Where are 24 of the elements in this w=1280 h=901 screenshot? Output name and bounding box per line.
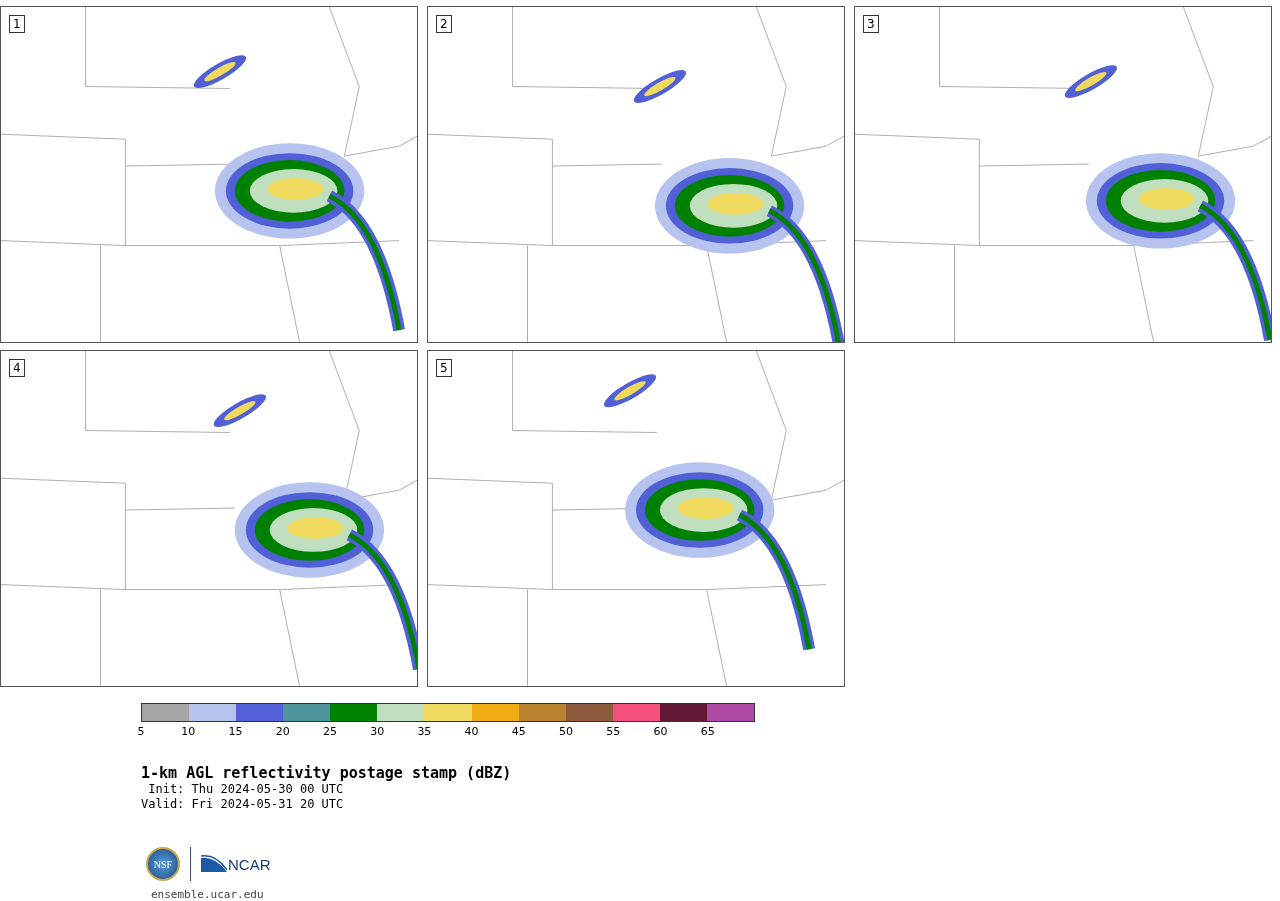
- valid-time: Valid: Fri 2024-05-31 20 UTC: [141, 797, 345, 812]
- plot-title: 1-km AGL reflectivity postage stamp (dBZ): [141, 764, 513, 782]
- panel-number: 5: [436, 359, 452, 377]
- init-time: Init: Thu 2024-05-30 00 UTC: [147, 782, 345, 797]
- tick-label: 60: [653, 726, 668, 738]
- tick-label: 65: [700, 726, 715, 738]
- nsf-logo: NSF: [146, 847, 180, 881]
- tick-label: 10: [181, 726, 196, 738]
- tick-label: 35: [417, 726, 432, 738]
- panel-number: 1: [9, 15, 25, 33]
- panel-number: 3: [863, 15, 879, 33]
- panel-number: 4: [9, 359, 25, 377]
- tick-label: 15: [228, 726, 243, 738]
- website-link[interactable]: ensemble.ucar.edu: [151, 888, 264, 901]
- tick-label: 45: [511, 726, 526, 738]
- tick-label: 40: [464, 726, 479, 738]
- tick-label: 30: [370, 726, 385, 738]
- tick-label: 20: [275, 726, 290, 738]
- tick-label: 55: [606, 726, 621, 738]
- tick-label: 5: [137, 726, 145, 738]
- tick-label: 50: [559, 726, 574, 738]
- tick-label: 25: [322, 726, 337, 738]
- ncar-logo: NCAR: [201, 854, 271, 874]
- panel-number: 2: [436, 15, 452, 33]
